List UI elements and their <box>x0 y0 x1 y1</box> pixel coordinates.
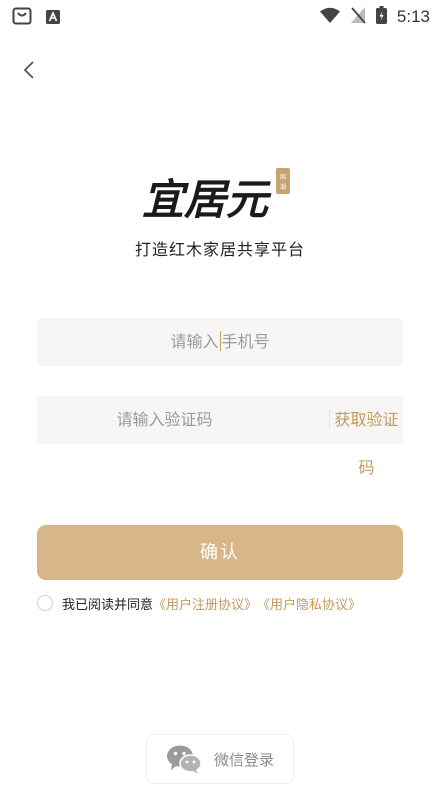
agreement-row: 我已阅读并同意 《用户注册协议》 《用户隐私协议》 <box>37 593 361 613</box>
svg-text:国: 国 <box>280 174 286 181</box>
logo-text: 宜居元 <box>142 175 272 224</box>
wechat-login-label: 微信登录 <box>213 750 274 769</box>
chevron-left-icon <box>23 61 34 79</box>
code-input[interactable]: 请输入验证码 <box>37 396 292 444</box>
battery-charging-icon <box>375 6 387 28</box>
wechat-icon <box>166 745 202 774</box>
phone-input[interactable]: 请输入 手机号 <box>37 318 403 366</box>
font-a-icon <box>46 9 60 28</box>
agreement-prefix: 我已阅读并同意 <box>62 597 154 613</box>
clock: 5:13 <box>396 7 430 26</box>
status-bar: 5:13 <box>0 0 440 32</box>
privacy-policy-link[interactable]: 《用户隐私协议》 <box>257 594 361 613</box>
confirm-button[interactable]: 确认 <box>37 525 403 580</box>
phone-placeholder-start: 请输入 <box>170 332 219 351</box>
slogan: 打造红木家居共享平台 <box>134 240 305 259</box>
phone-placeholder-end: 手机号 <box>221 332 270 351</box>
verification-code-field: 请输入验证码 获取验证码 <box>37 396 403 477</box>
user-agreement-link[interactable]: 《用户注册协议》 <box>153 594 257 613</box>
wifi-icon <box>319 7 340 27</box>
brand-logo: 宜居元 国 潮 <box>140 168 300 226</box>
svg-text:潮: 潮 <box>280 183 286 191</box>
get-code-button[interactable]: 获取验证码 <box>330 396 403 492</box>
text-cursor <box>219 330 221 351</box>
shopping-bag-icon <box>12 7 32 29</box>
back-button[interactable] <box>16 56 44 84</box>
agree-checkbox[interactable] <box>37 595 53 611</box>
no-sim-icon <box>350 6 366 28</box>
wechat-login-button[interactable]: 微信登录 <box>146 734 294 784</box>
